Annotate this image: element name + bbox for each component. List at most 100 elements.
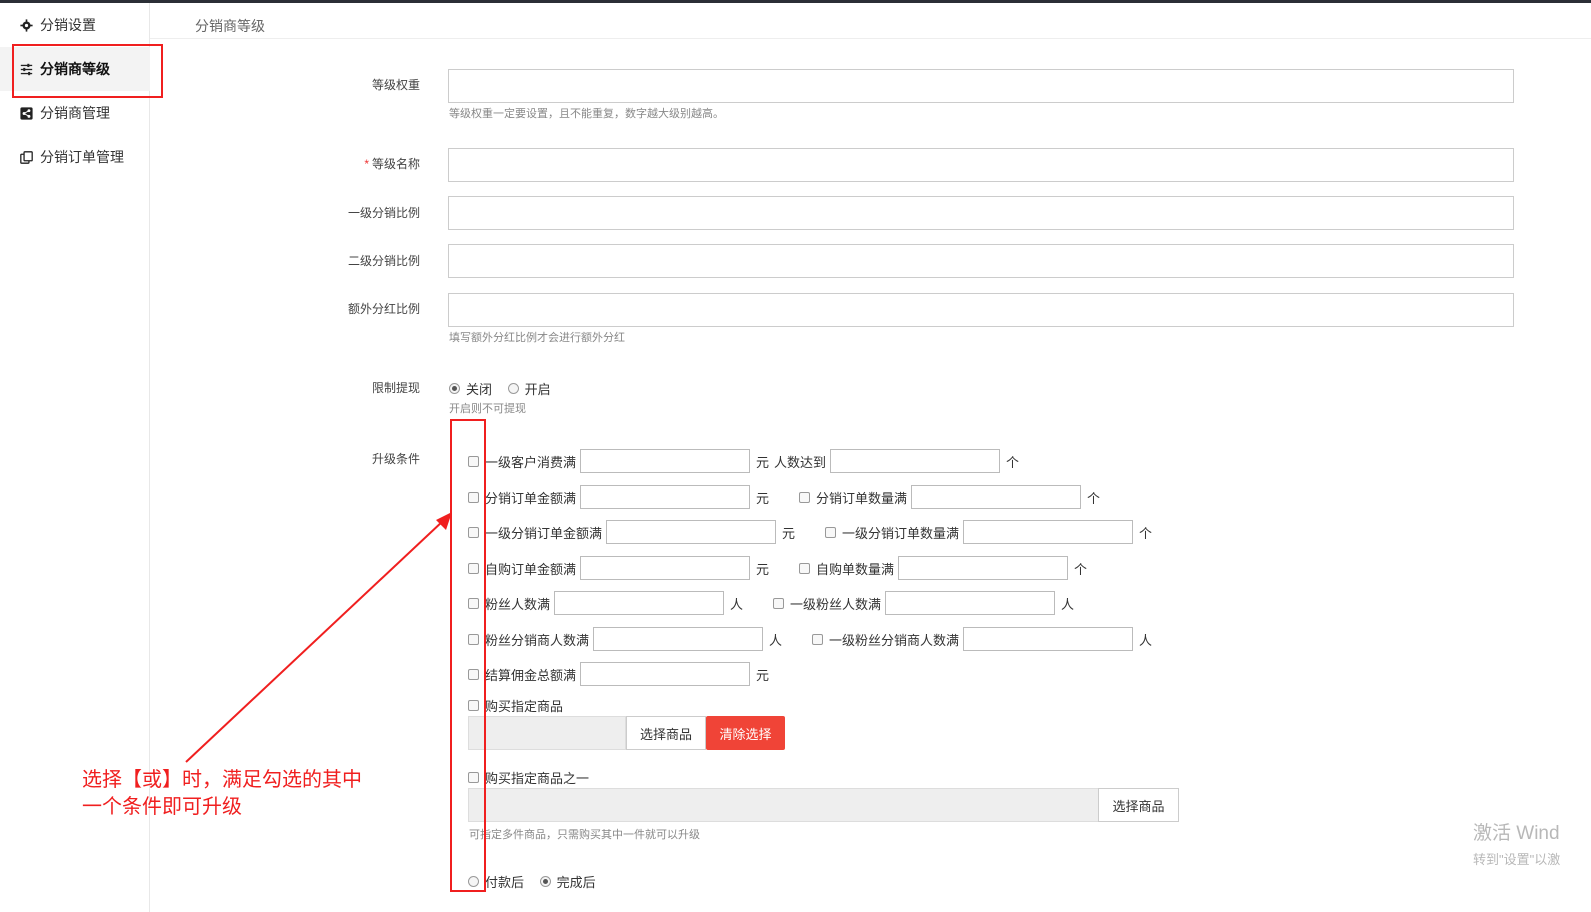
- unit-label: 个: [1087, 490, 1101, 506]
- unit-label: 元: [782, 525, 796, 541]
- sidebar-item-label: 分销订单管理: [40, 149, 124, 165]
- sidebar-item-label: 分销商管理: [40, 105, 110, 121]
- condition-label: 自购单数量满: [816, 561, 895, 577]
- name-label: * 等级名称: [364, 157, 420, 171]
- bonus-hint: 填写额外分红比例才会进行额外分红: [449, 332, 625, 344]
- top-bar: [0, 0, 1591, 3]
- level1-ratio-label: 一级分销比例: [347, 206, 420, 220]
- unit-label: 元: [756, 490, 770, 506]
- unit-label: 人: [769, 632, 783, 648]
- required-mark: *: [364, 157, 369, 171]
- gear-icon: [19, 18, 33, 32]
- condition-label: 分销订单金额满: [485, 490, 577, 506]
- after-completion-radio[interactable]: [539, 876, 551, 887]
- buy-one-label: 购买指定商品之一: [485, 770, 590, 786]
- unit-label: 个: [1006, 454, 1020, 470]
- unit-label: 个: [1074, 561, 1088, 577]
- condition-input[interactable]: [580, 449, 751, 473]
- withdraw-on-label: 开启: [524, 382, 551, 397]
- condition-row: 粉丝分销商人数满 人 一级粉丝分销商人数满 人: [468, 627, 1152, 651]
- unit-label: 元: [756, 561, 770, 577]
- select-goods-button[interactable]: 选择商品: [1098, 788, 1179, 822]
- buy-one-hint: 可指定多件商品，只需购买其中一件就可以升级: [469, 829, 700, 841]
- condition-row: 结算佣金总额满 元: [468, 662, 769, 686]
- unit-label: 人: [1139, 632, 1153, 648]
- condition-label: 自购订单金额满: [485, 561, 577, 577]
- clear-selection-button[interactable]: 清除选择: [706, 716, 785, 750]
- unit-label: 元: [756, 454, 770, 470]
- condition-label: 一级客户消费满: [485, 454, 577, 470]
- highlight-box: [12, 44, 163, 98]
- condition-input[interactable]: [554, 591, 725, 615]
- condition-row: 分销订单金额满 元 分销订单数量满 个: [468, 485, 1100, 509]
- level1-ratio-input[interactable]: [448, 196, 1514, 230]
- condition-label: 一级分销订单金额满: [485, 525, 603, 541]
- condition-checkbox[interactable]: [773, 597, 785, 609]
- copy-icon: [19, 150, 33, 164]
- condition-label: 分销订单数量满: [816, 490, 908, 506]
- divider: [150, 38, 1591, 39]
- condition-input[interactable]: [593, 627, 764, 651]
- bonus-ratio-input[interactable]: [448, 293, 1514, 327]
- weight-hint: 等级权重一定要设置，且不能重复，数字越大级别越高。: [449, 108, 724, 120]
- sidebar-item-distribution-orders[interactable]: 分销订单管理: [0, 135, 150, 179]
- condition-checkbox[interactable]: [812, 633, 824, 645]
- condition-label: 粉丝人数满: [485, 596, 551, 612]
- withdraw-hint: 开启则不可提现: [449, 403, 526, 415]
- after-payment-label: 付款后: [485, 875, 525, 890]
- condition-row: 一级客户消费满 元 人数达到 个: [468, 449, 1019, 473]
- after-completion-label: 完成后: [556, 875, 596, 890]
- condition-input[interactable]: [963, 627, 1134, 651]
- condition-input[interactable]: [898, 556, 1069, 580]
- condition-label: 一级分销订单数量满: [842, 525, 960, 541]
- sidebar-item-distribution-settings[interactable]: 分销设置: [0, 3, 150, 47]
- condition-input[interactable]: [830, 449, 1001, 473]
- condition-label: 结算佣金总额满: [485, 667, 577, 683]
- name-input[interactable]: [448, 148, 1514, 182]
- annotation-text: 选择【或】时，满足勾选的其中 一个条件即可升级: [82, 766, 362, 820]
- condition-input[interactable]: [963, 520, 1134, 544]
- goods-display-box: [468, 788, 1099, 822]
- level2-ratio-input[interactable]: [448, 244, 1514, 278]
- level2-ratio-label: 二级分销比例: [347, 254, 420, 268]
- condition-row: 一级分销订单金额满 元 一级分销订单数量满 个: [468, 520, 1152, 544]
- unit-label: 元: [756, 667, 770, 683]
- bonus-ratio-label: 额外分红比例: [347, 302, 420, 316]
- condition-label: 粉丝分销商人数满: [485, 632, 590, 648]
- condition-input[interactable]: [580, 485, 751, 509]
- condition-label: 一级粉丝人数满: [790, 596, 882, 612]
- condition-checkbox[interactable]: [799, 562, 811, 574]
- page-title: 分销商等级: [195, 18, 265, 34]
- upgrade-conditions-label: 升级条件: [371, 452, 420, 466]
- condition-input[interactable]: [606, 520, 777, 544]
- timing-radio-group: 付款后 完成后: [468, 872, 608, 891]
- withdraw-off-label: 关闭: [466, 382, 493, 397]
- windows-activation-watermark: 激活 Wind 转到"设置"以激: [1473, 823, 1561, 867]
- withdraw-off-radio[interactable]: [449, 383, 460, 394]
- condition-label: 一级粉丝分销商人数满: [829, 632, 960, 648]
- sidebar-item-label: 分销设置: [40, 17, 96, 33]
- unit-label: 人: [1061, 596, 1075, 612]
- unit-label: 个: [1139, 525, 1153, 541]
- condition-input[interactable]: [885, 591, 1056, 615]
- condition-input[interactable]: [580, 556, 751, 580]
- condition-row: 自购订单金额满 元 自购单数量满 个: [468, 556, 1087, 580]
- withdraw-label: 限制提现: [371, 381, 420, 395]
- buy-one-row: 购买指定商品之一: [468, 765, 589, 789]
- weight-label: 等级权重: [371, 78, 420, 92]
- select-goods-button[interactable]: 选择商品: [626, 716, 706, 750]
- annotation-line: 一个条件即可升级: [82, 794, 242, 818]
- condition-checkbox[interactable]: [825, 526, 837, 538]
- goods-display-box: [468, 716, 626, 750]
- annotation-line: 选择【或】时，满足勾选的其中: [82, 767, 362, 791]
- condition-label: 人数达到: [774, 454, 827, 470]
- buy-goods-label: 购买指定商品: [485, 698, 564, 714]
- condition-checkbox[interactable]: [799, 491, 811, 503]
- highlight-box: [450, 419, 486, 892]
- withdraw-on-radio[interactable]: [507, 383, 519, 394]
- share-icon: [19, 106, 33, 120]
- condition-input[interactable]: [580, 662, 751, 686]
- condition-input[interactable]: [911, 485, 1082, 509]
- unit-label: 人: [730, 596, 744, 612]
- weight-input[interactable]: [448, 69, 1514, 103]
